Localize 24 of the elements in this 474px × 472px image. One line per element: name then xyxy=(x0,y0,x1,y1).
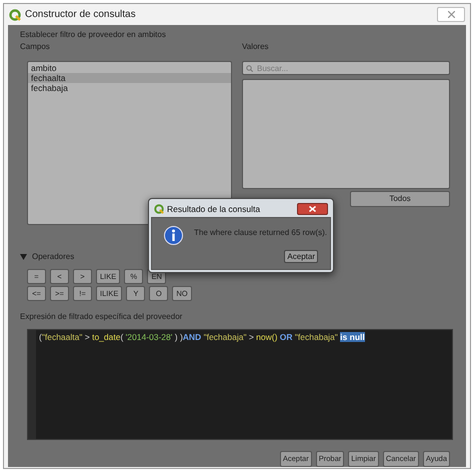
expression-editor[interactable]: ("fechaalta" > to_date( '2014-03-28' ) )AND "fechabaja" > now() OR "fechabaja" is null xyxy=(27,329,453,440)
all-button[interactable]: Todos xyxy=(350,191,450,207)
dialog-title: Resultado de la consulta xyxy=(167,202,260,216)
window-title: Constructor de consultas xyxy=(25,8,136,22)
accept-button[interactable]: Aceptar xyxy=(284,250,318,263)
field-item[interactable]: fechaalta xyxy=(28,73,231,83)
expression-label: Expresión de filtrado específica del proveedor xyxy=(20,311,184,323)
field-item[interactable]: ambito xyxy=(28,63,231,73)
app-logo-icon xyxy=(154,204,164,214)
search-field[interactable]: Buscar... xyxy=(242,61,450,75)
dialog-message: The where clause returned 65 row(s). xyxy=(194,227,327,239)
field-item[interactable]: fechabaja xyxy=(28,83,231,93)
search-icon xyxy=(246,65,253,72)
collapse-arrow-icon[interactable] xyxy=(20,254,27,260)
close-icon xyxy=(309,206,316,212)
info-icon xyxy=(164,226,183,245)
section-heading: Establecer filtro de proveedor en ambitos xyxy=(20,29,167,41)
filter-expression: ("fechaalta" > to_date( '2014-03-28' ) )AND "fechabaja" > now() OR "fechabaja" is null xyxy=(38,331,365,342)
app-logo-icon xyxy=(9,8,21,20)
fields-label: Campos xyxy=(20,41,51,53)
operators-label: Operadores xyxy=(32,251,74,263)
values-label: Valores xyxy=(242,41,270,53)
close-button[interactable] xyxy=(297,203,328,215)
close-icon xyxy=(448,11,454,18)
